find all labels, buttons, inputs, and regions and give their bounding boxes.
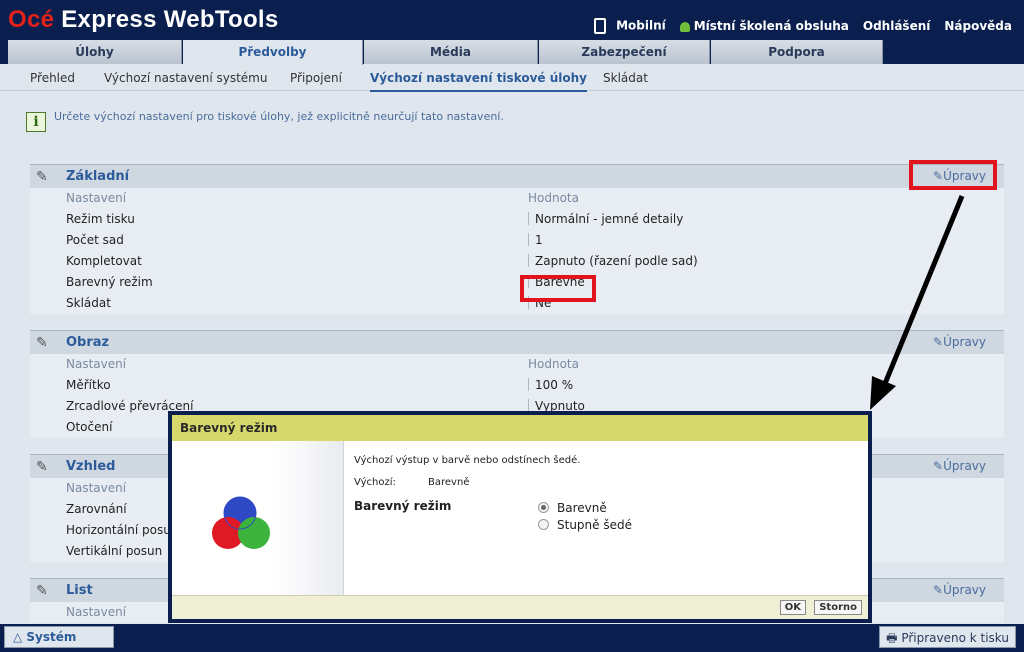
radio-unselected-icon	[538, 519, 549, 530]
ok-button[interactable]: OK	[779, 600, 806, 615]
color-mode-dialog: Barevný režim Výchozí výstup v barvě neb…	[168, 411, 872, 623]
cancel-button[interactable]: Storno	[814, 600, 862, 615]
radio-label: Stupně šedé	[557, 518, 632, 532]
dialog-footer: OK Storno	[172, 595, 868, 619]
system-tab[interactable]: △ Systém	[4, 626, 114, 648]
radio-label: Barevně	[557, 501, 607, 515]
printer-icon: 🖶	[886, 631, 902, 645]
dialog-illustration	[172, 441, 344, 595]
radio-grayscale[interactable]: Stupně šedé	[538, 518, 632, 532]
dialog-content: Výchozí výstup v barvě nebo odstínech še…	[354, 441, 868, 595]
radio-color[interactable]: Barevně	[538, 501, 607, 515]
rgb-circles-icon	[212, 496, 270, 549]
dialog-title: Barevný režim	[172, 415, 868, 441]
status-text: Připraveno k tisku	[901, 631, 1009, 645]
dialog-body: Barevný režim Výchozí výstup v barvě neb…	[172, 415, 868, 619]
dialog-description: Výchozí výstup v barvě nebo odstínech še…	[354, 455, 581, 466]
system-tab-label: Systém	[26, 630, 77, 644]
color-mode-label: Barevný režim	[354, 499, 452, 513]
status-bar: △ Systém 🖶 Připraveno k tisku	[0, 624, 1024, 652]
printer-status[interactable]: 🖶 Připraveno k tisku	[879, 626, 1016, 648]
radio-selected-icon	[538, 502, 549, 513]
default-label: Výchozí:	[354, 477, 396, 488]
default-value: Barevně	[428, 477, 470, 488]
triangle-icon: △	[13, 630, 27, 644]
